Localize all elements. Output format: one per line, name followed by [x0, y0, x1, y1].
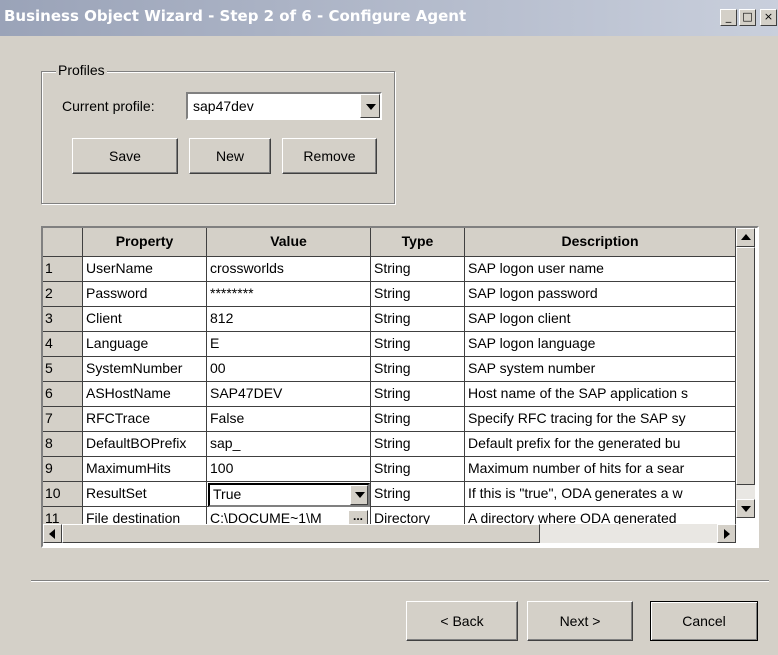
cell-property: SystemNumber: [83, 357, 207, 382]
cell-value[interactable]: sap_: [207, 432, 371, 457]
scroll-down-icon[interactable]: [736, 499, 755, 518]
chevron-down-icon[interactable]: [350, 485, 368, 505]
scroll-right-icon[interactable]: [717, 524, 736, 543]
cell-type: String: [371, 332, 465, 357]
current-profile-value: sap47dev: [193, 98, 254, 114]
cell-description: Specify RFC tracing for the SAP sy: [465, 407, 736, 432]
minimize-icon[interactable]: _: [720, 9, 737, 26]
cell-description: Default prefix for the generated bu: [465, 432, 736, 457]
cell-type: String: [371, 482, 465, 507]
resultset-value-select[interactable]: True: [208, 483, 370, 507]
cell-description: SAP logon user name: [465, 257, 736, 282]
column-header-property[interactable]: Property: [83, 228, 207, 257]
property-grid[interactable]: Property Value Type Description 1 UserName cro…: [41, 226, 759, 548]
scroll-left-icon[interactable]: [43, 524, 62, 543]
cell-value[interactable]: ********: [207, 282, 371, 307]
current-profile-select[interactable]: sap47dev: [186, 92, 382, 120]
cell-value[interactable]: 812: [207, 307, 371, 332]
save-button[interactable]: Save: [72, 138, 178, 174]
row-number[interactable]: 5: [43, 357, 83, 382]
row-number[interactable]: 6: [43, 382, 83, 407]
cell-property: RFCTrace: [83, 407, 207, 432]
cell-value[interactable]: crossworlds: [207, 257, 371, 282]
cell-description: If this is "true", ODA generates a w: [465, 482, 736, 507]
cell-type: String: [371, 357, 465, 382]
cell-type: String: [371, 307, 465, 332]
next-button[interactable]: Next >: [527, 601, 633, 641]
cell-value[interactable]: 00: [207, 357, 371, 382]
profiles-group-label: Profiles: [56, 62, 107, 78]
maximize-icon[interactable]: □: [739, 9, 756, 26]
grid-corner: [43, 228, 83, 257]
new-button[interactable]: New: [189, 138, 271, 174]
remove-button[interactable]: Remove: [282, 138, 377, 174]
cell-description: SAP logon language: [465, 332, 736, 357]
row-number[interactable]: 3: [43, 307, 83, 332]
footer-separator: [31, 580, 769, 582]
cell-property: Client: [83, 307, 207, 332]
cell-type: String: [371, 282, 465, 307]
row-number[interactable]: 9: [43, 457, 83, 482]
cell-type: String: [371, 457, 465, 482]
cell-type: String: [371, 257, 465, 282]
row-number[interactable]: 2: [43, 282, 83, 307]
cell-type: String: [371, 432, 465, 457]
cell-description: SAP system number: [465, 357, 736, 382]
cell-type: String: [371, 382, 465, 407]
cell-description: Maximum number of hits for a sear: [465, 457, 736, 482]
cell-value[interactable]: False: [207, 407, 371, 432]
close-icon[interactable]: ×: [760, 9, 777, 26]
back-button[interactable]: < Back: [406, 601, 518, 641]
cell-property: Language: [83, 332, 207, 357]
resultset-value: True: [213, 486, 242, 502]
cell-description: SAP logon password: [465, 282, 736, 307]
row-number[interactable]: 8: [43, 432, 83, 457]
cell-description: Host name of the SAP application s: [465, 382, 736, 407]
vertical-scrollbar[interactable]: [736, 228, 755, 518]
cancel-button[interactable]: Cancel: [650, 601, 758, 641]
column-header-description[interactable]: Description: [465, 228, 736, 257]
cell-property: ResultSet: [83, 482, 207, 507]
row-number[interactable]: 7: [43, 407, 83, 432]
window-title: Business Object Wizard - Step 2 of 6 - C…: [4, 7, 467, 25]
cell-value[interactable]: 100: [207, 457, 371, 482]
row-number[interactable]: 4: [43, 332, 83, 357]
cell-property: Password: [83, 282, 207, 307]
vertical-scroll-thumb[interactable]: [736, 247, 755, 485]
cell-property: DefaultBOPrefix: [83, 432, 207, 457]
row-number[interactable]: 1: [43, 257, 83, 282]
cell-value[interactable]: SAP47DEV: [207, 382, 371, 407]
column-header-type[interactable]: Type: [371, 228, 465, 257]
title-bar: Business Object Wizard - Step 2 of 6 - C…: [0, 0, 778, 36]
cell-type: String: [371, 407, 465, 432]
cell-property: UserName: [83, 257, 207, 282]
cell-property: ASHostName: [83, 382, 207, 407]
chevron-down-icon[interactable]: [360, 94, 380, 118]
horizontal-scroll-thumb[interactable]: [62, 524, 540, 543]
column-header-value[interactable]: Value: [207, 228, 371, 257]
horizontal-scrollbar[interactable]: [43, 524, 736, 543]
cell-value[interactable]: E: [207, 332, 371, 357]
cell-description: SAP logon client: [465, 307, 736, 332]
current-profile-label: Current profile:: [62, 98, 155, 114]
row-number[interactable]: 10: [43, 482, 83, 507]
cell-property: MaximumHits: [83, 457, 207, 482]
scroll-up-icon[interactable]: [736, 228, 755, 247]
